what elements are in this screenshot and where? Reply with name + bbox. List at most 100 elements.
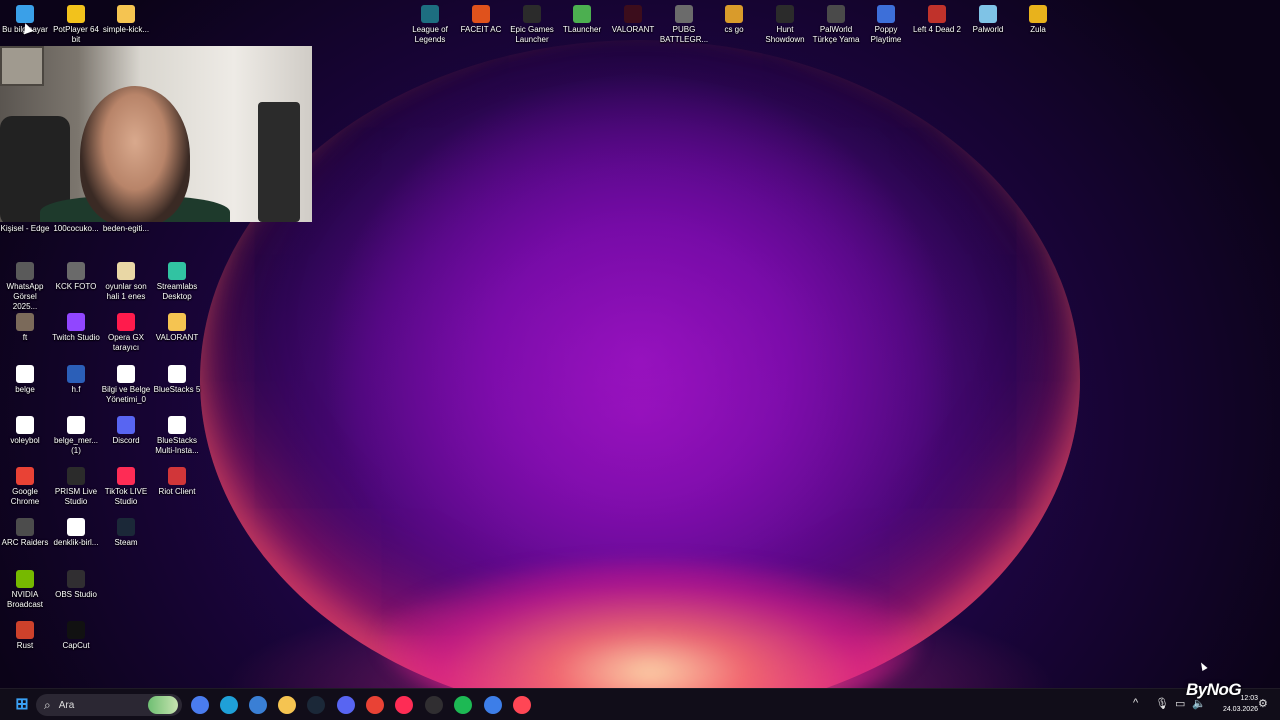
desktop-shortcut-label: belge	[15, 385, 35, 394]
desktop-shortcut-label: BlueStacks 5	[153, 385, 201, 394]
steam-icon	[117, 518, 135, 536]
desktop-shortcut[interactable]: Bilgi ve Belge Yönetimi_0	[101, 365, 151, 405]
arc-raiders-icon	[16, 518, 34, 536]
desktop-shortcut[interactable]: Palworld	[963, 5, 1013, 35]
desktop-shortcut-label: Hunt Showdown	[765, 25, 805, 44]
desktop-shortcut[interactable]: Left 4 Dead 2	[912, 5, 962, 35]
desktop-shortcut[interactable]: FACEIT AC	[456, 5, 506, 35]
chrome-icon[interactable]	[484, 696, 502, 714]
desktop-shortcut-label: ft	[22, 333, 28, 342]
desktop-shortcut[interactable]: PotPlayer 64 bit	[51, 5, 101, 45]
folder-icon[interactable]	[278, 696, 296, 714]
desktop-shortcut-label: TikTok LIVE Studio	[104, 487, 148, 506]
desktop-shortcut-label: KCK FOTO	[55, 282, 97, 291]
desktop-shortcut[interactable]: KCK FOTO	[51, 262, 101, 292]
desktop-shortcut-label: OBS Studio	[55, 590, 97, 599]
desktop-shortcut[interactable]: TLauncher	[557, 5, 607, 35]
opera-gx-icon	[117, 313, 135, 331]
desktop-shortcut[interactable]: Twitch Studio	[51, 313, 101, 343]
desktop-shortcut[interactable]: WhatsApp Görsel 2025...	[0, 262, 50, 312]
desktop-shortcut-label: CapCut	[62, 641, 90, 650]
desktop-shortcut-label: PotPlayer 64 bit	[53, 25, 99, 44]
microphone-icon[interactable]: 🎙	[1155, 697, 1169, 710]
desktop-shortcut[interactable]: cs go	[709, 5, 759, 35]
valorant-icon[interactable]	[513, 696, 531, 714]
desktop-shortcut[interactable]: Google Chrome	[0, 467, 50, 507]
word-doc-icon	[67, 365, 85, 383]
desktop-shortcut[interactable]: PRISM Live Studio	[51, 467, 101, 507]
desktop-shortcut[interactable]: CapCut	[51, 621, 101, 651]
desktop-shortcut[interactable]: PalWorld Türkçe Yama	[811, 5, 861, 45]
desktop-shortcut[interactable]: OBS Studio	[51, 570, 101, 600]
notification-bell-icon[interactable]: ⚙	[1258, 697, 1268, 710]
desktop-shortcut[interactable]: ft	[0, 313, 50, 343]
discord-icon[interactable]	[337, 696, 355, 714]
computer-icon	[16, 5, 34, 23]
desktop-shortcut-label: oyunlar son hali 1 enes	[105, 282, 147, 301]
desktop-shortcut[interactable]: belge	[0, 365, 50, 395]
tiktok-icon[interactable]	[395, 696, 413, 714]
desktop-shortcut[interactable]: Poppy Playtime	[861, 5, 911, 45]
desktop-shortcut[interactable]: TikTok LIVE Studio	[101, 467, 151, 507]
desktop-shortcut[interactable]: ARC Raiders	[0, 518, 50, 548]
desktop-shortcut-label: VALORANT	[155, 333, 199, 342]
chrome-doc-icon	[67, 518, 85, 536]
desktop-shortcut-label: WhatsApp Görsel 2025...	[6, 282, 44, 311]
desktop-shortcut[interactable]: Discord	[101, 416, 151, 446]
desktop-shortcut[interactable]: Rust	[0, 621, 50, 651]
desktop-shortcut-label: Epic Games Launcher	[510, 25, 554, 44]
desktop-shortcut-label: TLauncher	[562, 25, 602, 34]
steam-icon[interactable]	[307, 696, 325, 714]
search-placeholder: Ara	[58, 699, 75, 711]
desktop-shortcut[interactable]: h.f	[51, 365, 101, 395]
desktop-shortcut[interactable]: NVIDIA Broadcast	[0, 570, 50, 610]
desktop-shortcut-label: League of Legends	[412, 25, 448, 44]
desktop-shortcut[interactable]: VALORANT	[152, 313, 202, 343]
copilot-icon[interactable]	[191, 696, 209, 714]
edge-icon[interactable]	[220, 696, 238, 714]
poppy-playtime-icon	[877, 5, 895, 23]
start-windows-icon[interactable]: ⊞	[12, 695, 32, 715]
palworld-tr-icon	[827, 5, 845, 23]
desktop-shortcut[interactable]: voleybol	[0, 416, 50, 446]
network-icon[interactable]: ▭	[1175, 697, 1185, 710]
desktop-shortcut[interactable]: Epic Games Launcher	[507, 5, 557, 45]
wall-picture-frame	[0, 46, 44, 86]
desktop-shortcut[interactable]: PUBG BATTLEGR...	[659, 5, 709, 45]
search-highlight-art	[148, 696, 178, 714]
desktop-shortcut[interactable]: Riot Client	[152, 467, 202, 497]
chrome-doc-icon	[16, 416, 34, 434]
desktop-shortcut-label: 100cocuko...	[53, 224, 99, 233]
chrome-doc-icon	[16, 365, 34, 383]
desktop-shortcut[interactable]: denklik-birl...	[51, 518, 101, 548]
desktop-shortcut-label: PUBG BATTLEGR...	[659, 25, 709, 44]
desktop-shortcut[interactable]: Opera GX tarayıcı	[101, 313, 151, 353]
desktop-shortcut-label: FACEIT AC	[460, 25, 502, 34]
riot-icon	[168, 467, 186, 485]
desktop-shortcut[interactable]: Zula	[1013, 5, 1063, 35]
document-icon	[168, 416, 186, 434]
desktop-shortcut-label: BlueStacks Multi-Insta...	[155, 436, 199, 455]
desktop-shortcut-label: ARC Raiders	[1, 538, 49, 547]
desktop-shortcut[interactable]: League of Legends	[405, 5, 455, 45]
taskbar-search[interactable]: ⌕ Ara	[36, 694, 182, 716]
spotify-icon[interactable]	[454, 696, 472, 714]
desktop-shortcut-label: Left 4 Dead 2	[912, 25, 962, 34]
desktop-shortcut[interactable]: BlueStacks 5	[152, 365, 202, 395]
tray-overflow-chevron-icon[interactable]: ^	[1133, 697, 1138, 709]
desktop-shortcut[interactable]: belge_mer... (1)	[51, 416, 101, 456]
desktop-shortcut[interactable]: simple-kick...	[101, 5, 151, 35]
store-icon[interactable]	[249, 696, 267, 714]
desktop-shortcut[interactable]: Streamlabs Desktop	[152, 262, 202, 302]
desktop-shortcut[interactable]: Steam	[101, 518, 151, 548]
desktop-shortcut-label: Google Chrome	[10, 487, 40, 506]
desktop-shortcut-label: voleybol	[10, 436, 40, 445]
desktop-shortcut[interactable]: VALORANT	[608, 5, 658, 35]
obs-icon[interactable]	[425, 696, 443, 714]
desktop-shortcut[interactable]: BlueStacks Multi-Insta...	[152, 416, 202, 456]
chrome-icon[interactable]	[366, 696, 384, 714]
desktop-shortcut[interactable]: oyunlar son hali 1 enes	[101, 262, 151, 302]
search-icon: ⌕	[44, 697, 51, 712]
chrome-doc-icon	[117, 365, 135, 383]
desktop-shortcut[interactable]: Hunt Showdown	[760, 5, 810, 45]
